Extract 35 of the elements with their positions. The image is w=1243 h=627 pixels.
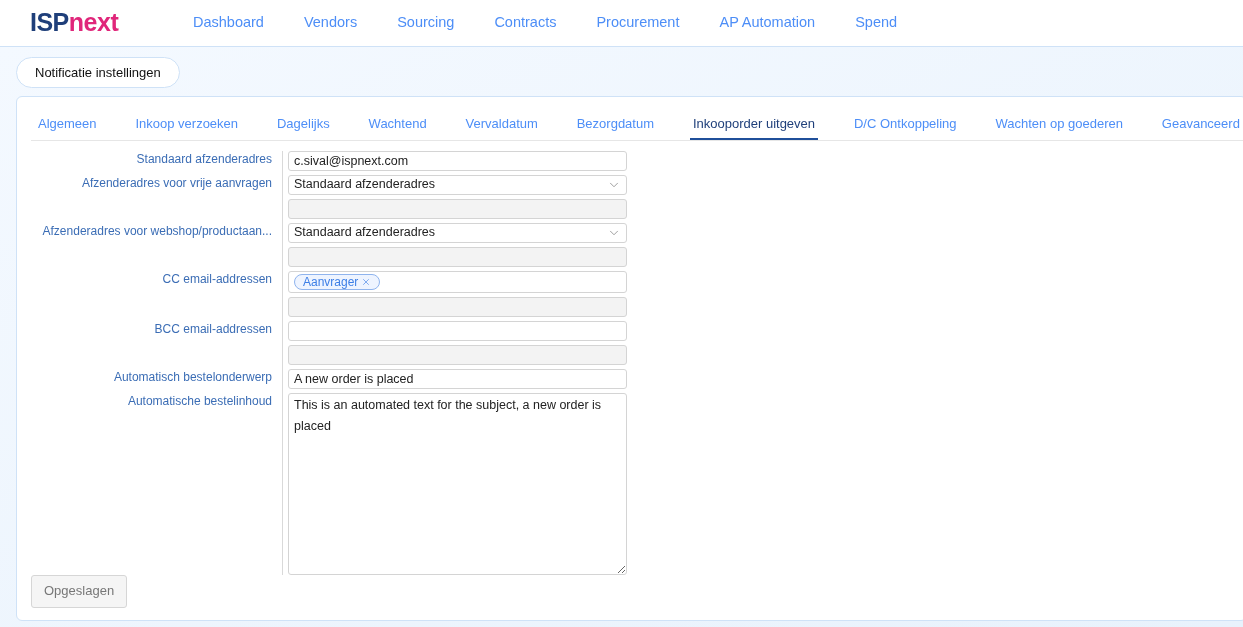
tab[interactable]: Wachten op goederen: [992, 114, 1126, 140]
nav-link[interactable]: Spend: [855, 12, 898, 34]
text-area[interactable]: This is an automated text for the subject, a new order is placed: [288, 392, 627, 575]
text-field[interactable]: c.sival@ispnext.com: [288, 150, 627, 171]
select-field[interactable]: Standaard afzenderadres: [288, 174, 627, 195]
logo[interactable]: ISPnext: [30, 4, 160, 42]
section-button[interactable]: Notificatie instellingen: [16, 57, 180, 88]
tag: Aanvrager: [294, 273, 381, 290]
nav-link[interactable]: AP Automation: [719, 12, 816, 34]
field-label: Afzenderadres voor webshop/productaan...: [42, 222, 272, 240]
field-label: CC email-addressen: [162, 270, 272, 288]
tab[interactable]: Inkooporder uitgeven: [689, 114, 819, 140]
tag-field[interactable]: Aanvrager: [288, 270, 627, 293]
tab[interactable]: D/C Ontkoppeling: [850, 114, 960, 140]
tab[interactable]: Geavanceerd: [1158, 114, 1243, 140]
tab[interactable]: Bezorgdatum: [573, 114, 658, 140]
nav-link[interactable]: Dashboard: [193, 12, 264, 34]
field-label: Automatisch bestelonderwerp: [113, 368, 272, 386]
nav-link[interactable]: Procurement: [596, 12, 680, 34]
nav-link[interactable]: Vendors: [303, 12, 358, 34]
field-label: Automatische bestelinhoud: [127, 392, 272, 410]
tab[interactable]: Algemeen: [35, 114, 100, 140]
field-label: BCC email-addressen: [154, 320, 272, 338]
nav-link[interactable]: Sourcing: [397, 12, 455, 34]
tab[interactable]: Wachtend: [365, 114, 430, 140]
tab[interactable]: Inkoop verzoeken: [132, 114, 242, 140]
field-label: Afzenderadres voor vrije aanvragen: [81, 174, 272, 192]
field-label: Standaard afzenderadres: [136, 150, 272, 168]
close-icon[interactable]: [361, 276, 372, 287]
select-field[interactable]: Standaard afzenderadres: [288, 222, 627, 243]
nav-link[interactable]: Contracts: [494, 12, 557, 34]
tab[interactable]: Vervaldatum: [462, 114, 541, 140]
tab[interactable]: Dagelijks: [273, 114, 333, 140]
text-field[interactable]: [288, 320, 627, 341]
text-field[interactable]: A new order is placed: [288, 368, 627, 389]
